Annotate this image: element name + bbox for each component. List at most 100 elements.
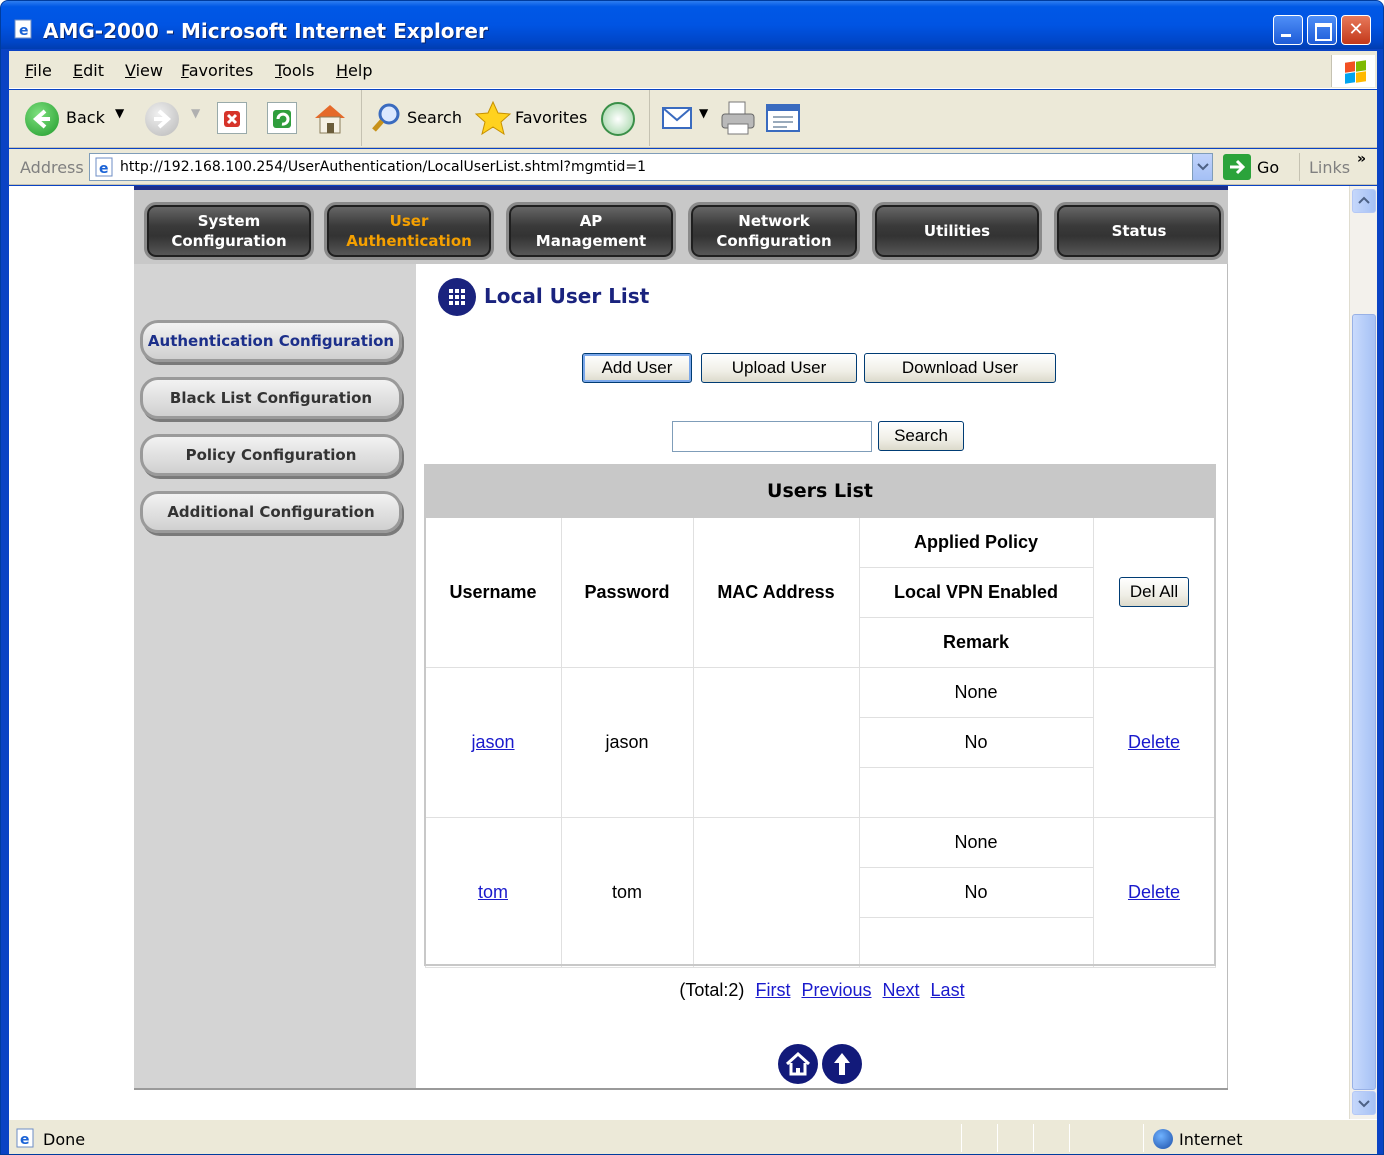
edit-page-icon[interactable] — [765, 102, 803, 134]
vpn-cell: No — [858, 866, 1094, 918]
history-icon[interactable] — [601, 102, 635, 136]
svg-text:e: e — [99, 161, 109, 177]
table-caption: Users List — [424, 464, 1216, 518]
links-chevron-icon[interactable]: » — [1357, 151, 1366, 167]
tab-ap-management[interactable]: AP Management — [506, 202, 676, 260]
search-icon[interactable] — [369, 100, 405, 136]
menu-view[interactable]: View — [125, 61, 163, 80]
refresh-icon[interactable] — [267, 102, 297, 134]
favorites-star-icon[interactable] — [473, 98, 513, 138]
pager-first-link[interactable]: First — [755, 980, 790, 1000]
back-dropdown-icon[interactable]: ▼ — [115, 106, 124, 120]
password-cell: jason — [560, 666, 694, 818]
username-link[interactable]: jason — [471, 732, 514, 752]
status-bar: e Done Internet — [9, 1119, 1377, 1154]
action-cell: Delete — [1092, 666, 1216, 818]
browser-window: e AMG-2000 - Microsoft Internet Explorer… — [0, 0, 1384, 1155]
policy-cell: None — [858, 666, 1094, 718]
title-bar: e AMG-2000 - Microsoft Internet Explorer… — [1, 1, 1383, 49]
tab-label-line1: User — [389, 212, 429, 230]
sidebar-item-authentication-configuration[interactable]: Authentication Configuration — [140, 320, 402, 362]
pagination: (Total:2) First Previous Next Last — [416, 980, 1228, 1001]
mail-dropdown-icon[interactable]: ▼ — [699, 106, 708, 120]
scroll-thumb[interactable] — [1352, 314, 1376, 1090]
tab-system-configuration[interactable]: System Configuration — [144, 202, 314, 260]
delete-link[interactable]: Delete — [1128, 882, 1180, 902]
home-icon[interactable] — [778, 1044, 818, 1084]
search-button-label[interactable]: Search — [407, 108, 462, 127]
menu-tools[interactable]: Tools — [275, 61, 314, 80]
vertical-scrollbar[interactable] — [1349, 186, 1377, 1119]
tab-status[interactable]: Status — [1054, 202, 1224, 260]
scroll-up-icon[interactable] — [1352, 189, 1376, 213]
forward-arrow-icon[interactable] — [145, 102, 179, 136]
search-button[interactable]: Search — [878, 421, 964, 451]
pager-last-link[interactable]: Last — [931, 980, 965, 1000]
tab-utilities[interactable]: Utilities — [872, 202, 1042, 260]
delete-link[interactable]: Delete — [1128, 732, 1180, 752]
home-icon[interactable] — [311, 100, 349, 136]
stop-icon[interactable] — [217, 102, 247, 134]
maximize-button[interactable] — [1307, 15, 1337, 45]
header-applied-policy: Applied Policy — [858, 516, 1094, 568]
address-input[interactable]: e http://192.168.100.254/UserAuthenticat… — [89, 153, 1213, 181]
upload-user-button[interactable]: Upload User — [701, 353, 857, 383]
back-button-label[interactable]: Back — [66, 108, 105, 127]
maximize-icon — [1308, 16, 1336, 44]
globe-icon — [1153, 1129, 1173, 1149]
go-arrow-icon[interactable] — [1223, 154, 1251, 180]
grid-icon — [438, 278, 476, 316]
close-button[interactable]: ✕ — [1341, 15, 1371, 45]
sidebar-item-black-list-configuration[interactable]: Black List Configuration — [140, 377, 402, 419]
tab-label-line2: Configuration — [171, 232, 287, 250]
pager-previous-link[interactable]: Previous — [801, 980, 871, 1000]
add-user-button[interactable]: Add User — [582, 353, 692, 383]
back-arrow-icon[interactable] — [25, 102, 59, 136]
username-cell: jason — [424, 666, 562, 818]
menu-favorites[interactable]: Favorites — [181, 61, 253, 80]
action-cell: Delete — [1092, 816, 1216, 968]
remark-cell — [858, 916, 1094, 968]
pager-next-link[interactable]: Next — [883, 980, 920, 1000]
address-dropdown-icon[interactable] — [1192, 154, 1212, 180]
pager-total: (Total:2) — [679, 980, 745, 1000]
favorites-button-label[interactable]: Favorites — [515, 108, 587, 127]
print-icon[interactable] — [719, 100, 757, 136]
tab-label-line2: Configuration — [716, 232, 832, 250]
username-cell: tom — [424, 816, 562, 968]
header-local-vpn-enabled: Local VPN Enabled — [858, 566, 1094, 618]
password-cell: tom — [560, 816, 694, 968]
toolbar: Back ▼ ▼ Search Favorites ▼ — [9, 90, 1377, 148]
menu-help[interactable]: Help — [336, 61, 372, 80]
mail-icon[interactable] — [661, 102, 695, 132]
top-arrow-icon[interactable] — [822, 1044, 862, 1084]
remark-cell — [858, 766, 1094, 818]
scroll-down-icon[interactable] — [1352, 1091, 1376, 1115]
sidebar-item-policy-configuration[interactable]: Policy Configuration — [140, 434, 402, 476]
download-user-button[interactable]: Download User — [864, 353, 1056, 383]
tab-label-line1: Status — [1111, 222, 1167, 240]
mac-cell — [692, 816, 860, 968]
header-username: Username — [424, 516, 562, 668]
links-label[interactable]: Links — [1309, 158, 1350, 177]
tab-label-line1: Network — [738, 212, 810, 230]
forward-dropdown-icon[interactable]: ▼ — [191, 106, 200, 120]
username-link[interactable]: tom — [478, 882, 508, 902]
go-button-label[interactable]: Go — [1257, 158, 1279, 177]
search-input[interactable] — [672, 421, 872, 452]
sidebar-item-additional-configuration[interactable]: Additional Configuration — [140, 491, 402, 533]
header-remark: Remark — [858, 616, 1094, 668]
address-label: Address — [20, 158, 84, 177]
close-icon: ✕ — [1348, 19, 1364, 40]
tab-network-configuration[interactable]: Network Configuration — [688, 202, 860, 260]
page-title: Local User List — [484, 284, 650, 308]
minimize-button[interactable] — [1273, 15, 1303, 45]
del-all-button[interactable]: Del All — [1118, 577, 1190, 608]
menu-file[interactable]: File — [25, 61, 52, 80]
main-content: Local User List Add User Upload User Dow… — [416, 264, 1228, 1090]
window-title: AMG-2000 - Microsoft Internet Explorer — [43, 19, 488, 43]
tab-user-authentication[interactable]: User Authentication — [324, 202, 494, 260]
ie-page-icon: e — [14, 19, 32, 39]
menu-edit[interactable]: Edit — [73, 61, 104, 80]
tab-label-line1: AP — [579, 212, 603, 230]
